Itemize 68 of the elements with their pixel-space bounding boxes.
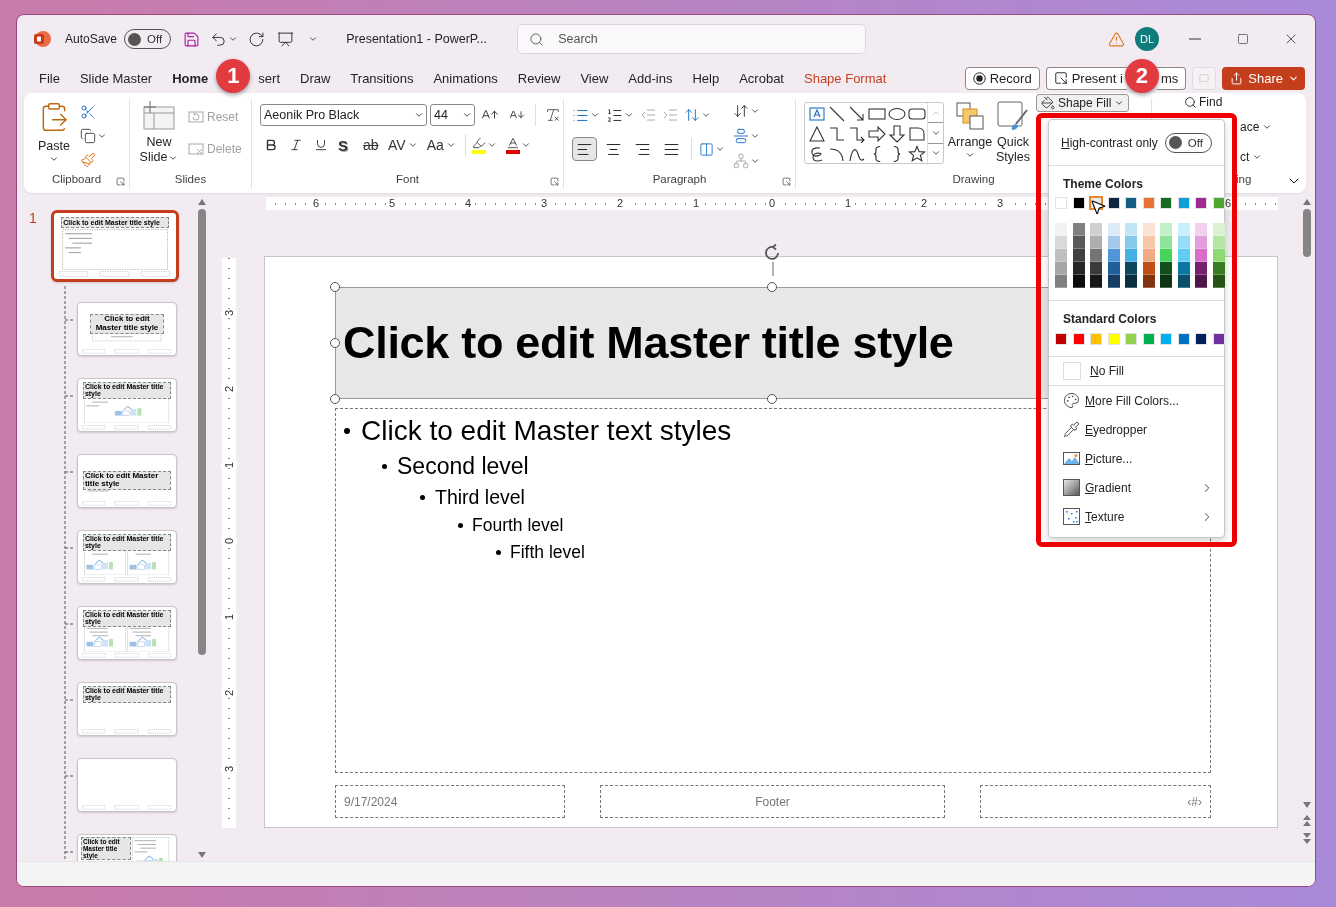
ribbon-tab[interactable]: Add-ins (618, 65, 683, 91)
group-label: Clipboard (51, 172, 102, 187)
autosave-label: AutoSave (65, 31, 118, 47)
ribbon-tab[interactable]: Review (507, 65, 571, 91)
group-label: Paragraph (652, 172, 707, 187)
slide-thumbnail[interactable]: Click to edit Master title style (77, 454, 177, 508)
group-label: Slides (174, 172, 207, 187)
step-badge: 2 (1124, 59, 1159, 93)
ruler-number: 3 (221, 765, 237, 773)
ribbon-tab[interactable]: Transitions (340, 65, 424, 91)
character-spacing-button[interactable]: AV (385, 133, 421, 157)
ribbon-tab[interactable]: Help (682, 65, 730, 91)
new-slide-button[interactable]: New Slide (138, 99, 180, 171)
footer-placeholder[interactable]: Footer (600, 785, 945, 818)
quick-styles-button[interactable]: Quick Styles (994, 99, 1032, 171)
paste-button[interactable]: Paste (36, 99, 72, 171)
find-button[interactable]: Find (1199, 95, 1223, 110)
group-label: Font (396, 172, 419, 187)
ruler-number: 0 (221, 537, 237, 545)
present-in-teams-button-end[interactable]: ms (1156, 66, 1187, 90)
shape-fill-button[interactable]: Shape Fill (1036, 94, 1130, 112)
ribbon-tab[interactable]: Shape Format (794, 65, 897, 91)
font-size-field[interactable]: 44 (430, 104, 475, 126)
ruler-number: 2 (221, 689, 237, 697)
slide-thumbnail[interactable]: Click to edit Master title style (77, 302, 177, 356)
group-label: Drawing (952, 172, 995, 187)
text-shadow-button[interactable]: S (335, 133, 357, 157)
bullet-text: Third level (435, 486, 525, 509)
ribbon-tab[interactable]: View (570, 65, 619, 91)
ribbon-tab[interactable]: Animations (423, 65, 508, 91)
font-name-field[interactable]: Aeonik Pro Black (260, 104, 427, 126)
no-fill-item[interactable]: No Fill (1049, 357, 1224, 385)
bullet-text: Fifth level (510, 541, 585, 563)
section-heading: Theme Colors (1062, 176, 1144, 193)
ribbon-tab[interactable]: Acrobat (729, 65, 794, 91)
ribbon-tab[interactable]: sert (248, 65, 290, 91)
share-button[interactable]: Share (1222, 66, 1305, 90)
ruler-number: 3 (221, 309, 237, 317)
slide-number: 1 (29, 210, 37, 226)
replace-button[interactable]: ace (1236, 115, 1277, 140)
ruler-number: 2 (221, 385, 237, 393)
select-button[interactable]: ct (1236, 145, 1267, 170)
ribbon-tab[interactable]: File (29, 65, 70, 91)
ruler-number: 3 (993, 197, 1007, 209)
change-case-button[interactable]: Aa (423, 133, 459, 157)
ruler-number: 1 (221, 613, 237, 621)
search-field[interactable]: Search (517, 24, 867, 54)
bullet-text: Click to edit Master text styles (361, 415, 732, 447)
present-in-teams-button[interactable]: Present i (1045, 66, 1127, 90)
bullet-text: Second level (397, 452, 529, 480)
user-avatar[interactable]: DL (1135, 27, 1159, 51)
strikethrough-button[interactable]: ab (360, 133, 382, 157)
record-button[interactable]: Record (964, 66, 1040, 90)
date-placeholder[interactable]: 9/17/2024 (335, 785, 565, 818)
ruler-number: 1 (221, 461, 237, 469)
section-heading: Standard Colors (1062, 311, 1158, 328)
document-title: Presentation1 - PowerP... (346, 32, 488, 46)
high-contrast-label: High-contrast only (1061, 135, 1158, 150)
slide-number-placeholder[interactable]: ‹#› (980, 785, 1211, 818)
thumbnail-title: Click to edit Master title style (89, 314, 165, 335)
group-label: ing (1235, 172, 1252, 187)
bullet-text: Fourth level (472, 515, 564, 536)
ruler-number: 2 (613, 197, 627, 209)
ribbon-tab[interactable]: Slide Master (69, 65, 163, 91)
arrange-button[interactable]: Arrange (946, 99, 994, 171)
step-badge: 1 (216, 59, 251, 93)
thumbnail-title: Click to edit Master title style (82, 470, 172, 491)
ribbon-tab[interactable]: Draw (290, 65, 341, 91)
